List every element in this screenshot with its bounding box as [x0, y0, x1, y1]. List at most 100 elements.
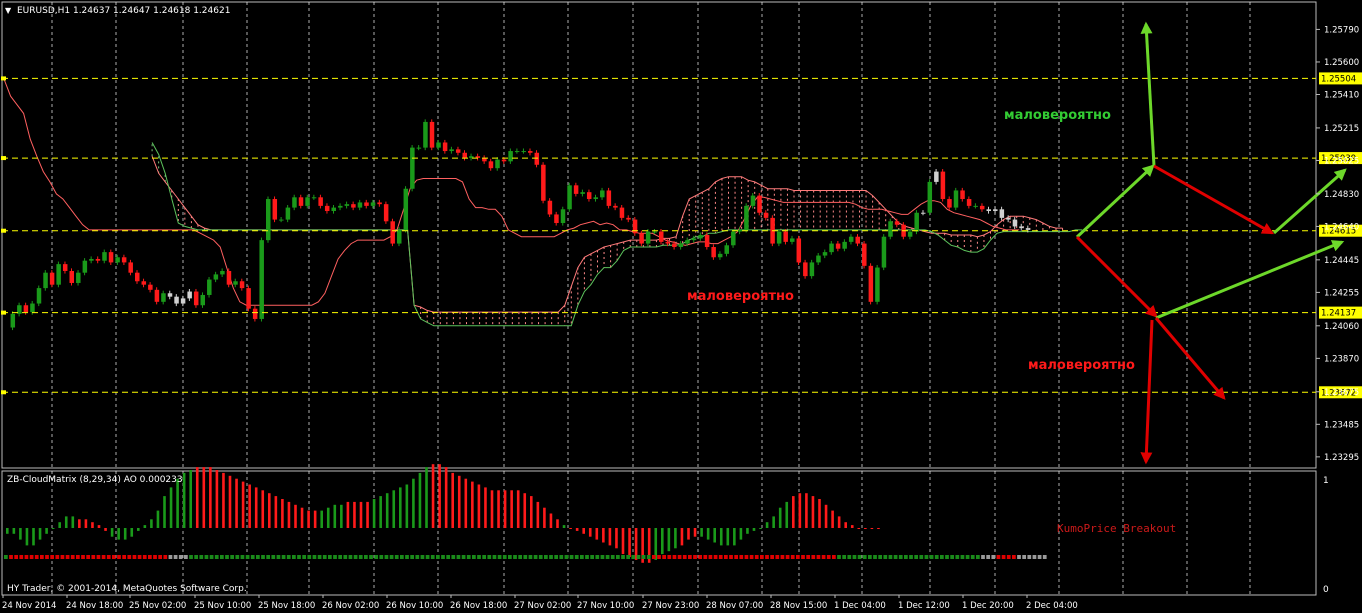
signal-square — [292, 555, 296, 559]
signal-square — [965, 555, 970, 559]
histogram-bar — [805, 493, 808, 528]
histogram-bar — [785, 501, 789, 528]
histogram-bar — [608, 528, 612, 546]
signal-square — [801, 555, 805, 559]
signal-square — [302, 555, 307, 559]
signal-square — [991, 555, 996, 559]
candle-body — [757, 195, 762, 213]
histogram-bar — [202, 467, 206, 528]
histogram-bar — [235, 478, 238, 528]
histogram-bar — [726, 528, 730, 546]
candle-body — [567, 185, 572, 210]
candle-body — [495, 159, 500, 169]
mt4-chart-window[interactable]: 1.255041.250391.246151.241371.23672 1.25… — [0, 0, 1362, 613]
signal-square — [754, 555, 759, 559]
signal-square — [199, 555, 204, 559]
signal-square — [708, 555, 713, 559]
histogram-bar — [877, 528, 880, 529]
time-axis: 24 Nov 2014 24 Nov 18:00 25 Nov 02:00 25 No… — [2, 595, 1078, 611]
candle-body — [921, 212, 926, 214]
candle-body — [180, 298, 186, 304]
signal-square — [909, 555, 913, 559]
histogram-bar — [759, 528, 762, 529]
candle-body — [449, 149, 454, 152]
candle-body — [724, 245, 729, 254]
signal-square — [24, 555, 29, 559]
candle-body — [23, 305, 29, 313]
signal-square — [456, 555, 461, 559]
signal-square — [369, 555, 373, 559]
signal-square — [538, 555, 543, 559]
signal-square — [744, 555, 749, 559]
histogram-bar — [281, 499, 284, 528]
histogram-bar — [228, 475, 232, 528]
signal-square — [19, 555, 24, 559]
time-tick-label: 25 Nov 18:00 — [258, 601, 315, 611]
signal-square — [785, 555, 790, 559]
histogram-bar — [490, 490, 494, 528]
histogram-bar — [497, 490, 500, 528]
time-tick-label: 24 Nov 2014 — [2, 601, 56, 611]
candle-body — [324, 205, 330, 212]
candle-body — [69, 270, 74, 283]
candle-body — [868, 265, 874, 302]
histogram-bar — [438, 464, 441, 528]
candle-body — [790, 238, 795, 242]
chart-menu-triangle-icon[interactable]: ▼ — [5, 6, 12, 15]
candle-body — [108, 252, 114, 263]
histogram-bar — [333, 504, 337, 528]
candle-body — [285, 207, 291, 220]
price-tick-label: 1.24445 — [1324, 256, 1359, 266]
annotation-unlikely-red-center: маловероятно — [687, 289, 794, 304]
signal-square — [590, 555, 595, 559]
signal-square — [528, 555, 533, 559]
candle-body — [259, 240, 264, 319]
signal-square — [70, 555, 75, 559]
candle-body — [357, 202, 363, 208]
signal-square — [245, 555, 250, 559]
candle-body — [135, 272, 140, 282]
signal-square — [405, 555, 409, 559]
candle-body — [403, 188, 409, 230]
signal-square — [389, 555, 394, 559]
histogram-bar — [713, 528, 716, 543]
signal-square — [178, 555, 183, 559]
candle-body — [213, 274, 219, 280]
candle-body — [305, 197, 310, 206]
price-tick-label: 1.23675 — [1324, 388, 1359, 398]
level-anchor-marker — [1, 156, 6, 161]
signal-square — [775, 555, 780, 559]
candle-body — [888, 221, 893, 237]
signal-square — [322, 555, 327, 559]
candle-body — [776, 231, 782, 244]
candle-body — [645, 231, 651, 244]
time-tick-label: 1 Dec 04:00 — [834, 601, 886, 611]
histogram-bar — [169, 487, 173, 528]
candle-body — [848, 236, 854, 242]
candle-body — [763, 212, 769, 218]
histogram-bar — [706, 528, 710, 540]
candle-body — [632, 219, 638, 234]
signal-square — [513, 555, 517, 559]
histogram-bar — [156, 510, 160, 528]
signal-square — [544, 555, 548, 559]
signal-square — [122, 555, 127, 559]
signal-square — [163, 555, 168, 559]
candle-body — [30, 303, 35, 313]
signal-square — [374, 555, 379, 559]
signal-square — [101, 555, 106, 559]
signal-square — [317, 555, 322, 559]
signal-square — [508, 555, 512, 559]
signal-square — [713, 555, 718, 559]
candle-body — [803, 262, 808, 277]
histogram-bar — [215, 470, 219, 528]
signal-square — [441, 555, 445, 559]
signal-square — [45, 555, 49, 559]
histogram-bar — [320, 510, 323, 528]
signal-square — [220, 555, 224, 559]
signal-square — [559, 555, 564, 559]
candle-body — [966, 199, 972, 206]
candle-body — [410, 147, 415, 189]
signal-square — [585, 555, 589, 559]
signal-square — [621, 555, 625, 559]
